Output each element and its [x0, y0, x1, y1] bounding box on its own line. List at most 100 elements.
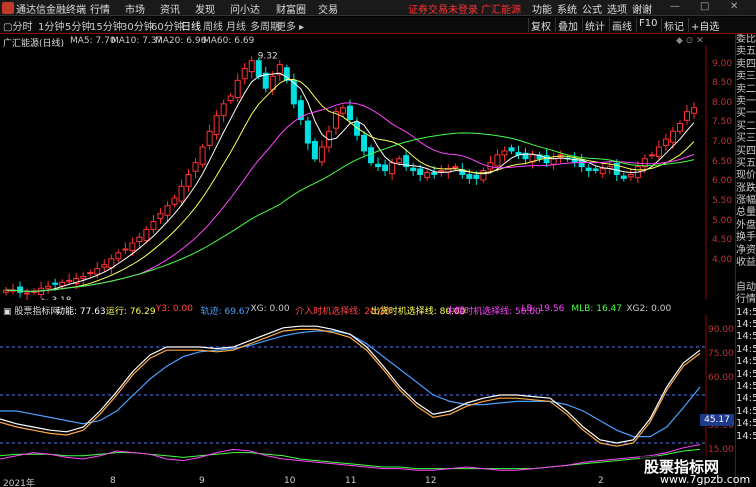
- candle-body: [52, 282, 59, 285]
- candle-body: [347, 105, 353, 121]
- menu-options[interactable]: 选项: [607, 1, 627, 16]
- price-tick-label: 8.50: [712, 78, 733, 89]
- lb-line: [0, 444, 701, 471]
- candle-body: [501, 150, 508, 156]
- period-tab-5min[interactable]: 5分钟: [65, 18, 91, 33]
- candle-body: [599, 168, 606, 175]
- candle-body: [213, 115, 220, 135]
- quote-side-panel: 委比 卖五 卖四 卖三 卖二 卖一 买一 买二 买三 买四 买五 现价 涨跌 涨幅 总量 外盘 换手 净资 收益 自动…: [735, 34, 756, 487]
- candle-body: [164, 205, 171, 216]
- candle-body: [410, 167, 417, 172]
- menu-discover[interactable]: 发现: [195, 1, 215, 16]
- close-icon[interactable]: ✕: [730, 1, 738, 12]
- x-label-dec: 12: [425, 476, 437, 486]
- login-alert[interactable]: 证券交易未登录 广汇能源: [408, 1, 521, 16]
- side-panel-label: 买四: [736, 145, 756, 157]
- low-price-label: ← 3.18: [41, 296, 72, 300]
- menu-trade[interactable]: 交易: [318, 1, 338, 16]
- adjust-button[interactable]: 复权: [528, 18, 551, 33]
- candle-body: [94, 268, 101, 275]
- side-panel-label: [736, 269, 756, 281]
- candle-body: [136, 236, 143, 243]
- period-tab-60min[interactable]: 60分钟: [151, 18, 184, 33]
- candle-body: [592, 168, 599, 172]
- menu-wealth[interactable]: 财富圈: [276, 1, 306, 16]
- side-panel-label: 涨跌: [736, 182, 756, 194]
- candle-body: [192, 162, 199, 172]
- menu-formula[interactable]: 公式: [582, 1, 602, 16]
- period-tab-weekly[interactable]: 周线: [203, 18, 223, 33]
- indicator-tick-label: 90.00: [708, 325, 734, 335]
- candle-body: [620, 175, 627, 179]
- candle-body: [101, 264, 108, 268]
- maximize-icon[interactable]: □: [700, 1, 709, 12]
- period-tab-1min[interactable]: 1分钟: [38, 18, 64, 33]
- period-tab-monthly[interactable]: 月线: [226, 18, 246, 33]
- side-panel-label: 买二: [736, 120, 756, 132]
- period-tab-daily[interactable]: 日线: [181, 18, 201, 33]
- draw-button[interactable]: 画线: [609, 18, 632, 33]
- period-tab-tick[interactable]: ▢分时: [3, 18, 32, 33]
- candle-body: [227, 95, 234, 102]
- side-panel-label: 14:50: [736, 331, 756, 343]
- menu-news[interactable]: 资讯: [160, 1, 180, 16]
- high-price-label: 9.32: [258, 52, 278, 62]
- candle-body: [129, 242, 136, 252]
- candle-body: [361, 134, 368, 152]
- candle-body: [157, 213, 164, 219]
- candle-body: [241, 68, 248, 80]
- candle-body: [318, 146, 325, 163]
- period-tab-more[interactable]: 更多 ▸: [276, 18, 304, 33]
- x-label-oct: 10: [284, 476, 296, 486]
- app-name: 通达信金融终端: [16, 5, 86, 16]
- mark-button[interactable]: 标记: [661, 18, 684, 33]
- menu-system[interactable]: 系统: [557, 1, 577, 16]
- price-tick-label: 5.50: [712, 195, 733, 206]
- side-panel-label: 14:50: [736, 380, 756, 392]
- f10-button[interactable]: F10: [636, 18, 657, 32]
- app-root: { "app":{"name":"通达信金融终端", "menu":[{"lab…: [0, 0, 756, 487]
- title-bar: 通达信金融终端 行情 市场 资讯 发现 问小达 财富圈 交易 证券交易未登录 广…: [0, 0, 756, 16]
- add-watchlist-button[interactable]: +自选: [688, 18, 719, 33]
- candle-body: [171, 197, 178, 205]
- side-panel-label: 14:50: [736, 306, 756, 318]
- side-panel-label: 卖五: [736, 46, 756, 58]
- menu-thanks[interactable]: 谢谢: [632, 1, 652, 16]
- side-panel-label: 行情: [736, 294, 756, 306]
- menu-market[interactable]: 市场: [125, 1, 145, 16]
- menu-market-quotes[interactable]: 行情: [90, 1, 110, 16]
- price-tick-label: 4.50: [712, 235, 733, 246]
- side-panel-label: 买三: [736, 133, 756, 145]
- candle-body: [59, 281, 66, 287]
- menu-function[interactable]: 功能: [532, 1, 552, 16]
- price-tick-label: 4.00: [712, 254, 733, 265]
- indicator-legend-item: Y3: 0.00: [155, 304, 193, 314]
- candle-body: [178, 185, 185, 202]
- indicator-chart[interactable]: [0, 315, 735, 475]
- side-panel-label: 换手: [736, 232, 756, 244]
- indicator-legend-item: LB: 19.56: [521, 304, 565, 314]
- menu-ask[interactable]: 问小达: [230, 1, 260, 16]
- overlay-button[interactable]: 叠加: [555, 18, 578, 33]
- watermark: 股票指标网 www.7gpzb.com: [640, 456, 750, 487]
- candle-body: [199, 146, 206, 165]
- side-panel-label: 净资: [736, 244, 756, 256]
- side-panel-label: 总量: [736, 207, 756, 219]
- side-panel-label: 14:50: [736, 318, 756, 330]
- indicator-legend-item: XG: 0.00: [250, 304, 290, 314]
- candle-body: [389, 162, 396, 175]
- side-panel-label: 买五: [736, 157, 756, 169]
- period-tab-15min[interactable]: 15分钟: [90, 18, 123, 33]
- candle-body: [627, 173, 634, 178]
- minimize-icon[interactable]: —: [670, 1, 680, 12]
- stats-button[interactable]: 统计: [582, 18, 605, 33]
- side-panel-label: 14:50: [736, 368, 756, 380]
- side-panel-label: 14:50: [736, 418, 756, 430]
- indicator-legend-item: XG2: 0.00: [626, 304, 672, 314]
- candle-body: [80, 275, 87, 279]
- candle-body: [87, 272, 94, 275]
- candle-body: [248, 60, 255, 73]
- candle-body: [466, 173, 473, 179]
- kline-chart[interactable]: 9.32 ← 3.18: [0, 45, 735, 300]
- period-tab-30min[interactable]: 30分钟: [121, 18, 154, 33]
